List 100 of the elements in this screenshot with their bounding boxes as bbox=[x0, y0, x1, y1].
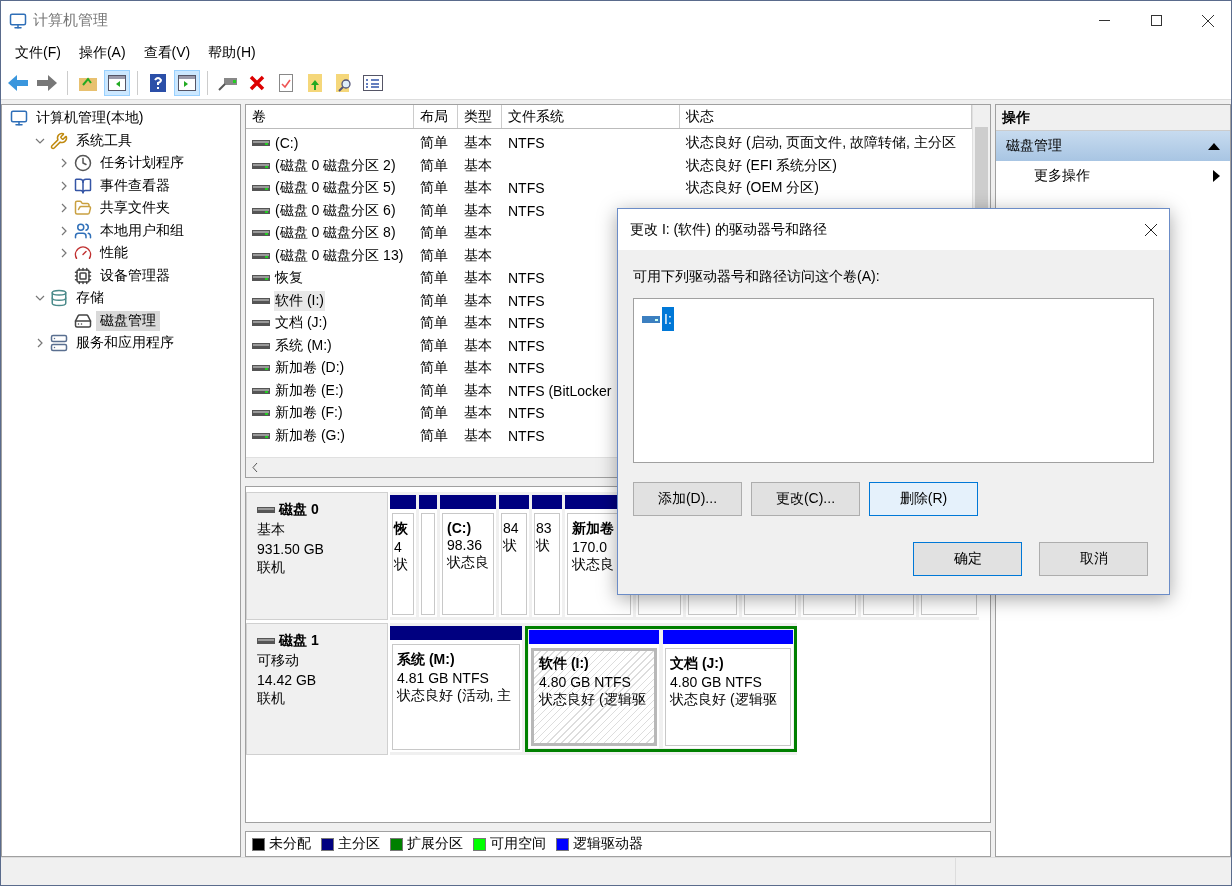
table-cell: 状态良好 (EFI 系统分区) bbox=[686, 156, 837, 175]
legend-label: 主分区 bbox=[338, 835, 380, 854]
table-cell: 简单 bbox=[420, 134, 448, 153]
action-section-label: 磁盘管理 bbox=[1006, 137, 1062, 155]
table-cell-text: (磁盘 0 磁盘分区 6) bbox=[274, 200, 397, 220]
table-cell: (C:) bbox=[274, 134, 300, 153]
legend-label: 逻辑驱动器 bbox=[573, 835, 643, 854]
partition-name: 新加卷 bbox=[572, 520, 614, 539]
ok-button[interactable]: 确定 bbox=[913, 542, 1022, 576]
partition-block[interactable]: 83 状 bbox=[532, 495, 562, 618]
disk-size: 931.50 GB bbox=[257, 541, 325, 558]
table-cell: 软件 (I:) bbox=[274, 290, 325, 311]
menu-item[interactable]: 帮助(H) bbox=[199, 44, 265, 62]
partition-size: 170.0 bbox=[572, 539, 608, 556]
partition-name: (C:) bbox=[447, 520, 472, 537]
partition-status: 状态良好 (逻辑驱 bbox=[539, 691, 646, 710]
tree-item[interactable]: 存储 bbox=[72, 288, 108, 309]
legend-label: 可用空间 bbox=[490, 835, 546, 854]
partition-name: 系统 (M:) bbox=[397, 651, 455, 670]
disk-name: 磁盘 1 bbox=[257, 632, 377, 651]
table-cell: NTFS bbox=[508, 427, 545, 444]
table-cell: NTFS bbox=[508, 360, 545, 377]
disk-state: 联机 bbox=[257, 690, 286, 709]
partition-size: 84 bbox=[503, 520, 519, 537]
partition-size: 4.81 GB NTFS bbox=[397, 670, 489, 687]
table-cell: 状态良好 (启动, 页面文件, 故障转储, 主分区 bbox=[686, 134, 956, 153]
partition-status: 状态良好 (活动, 主 bbox=[397, 687, 512, 706]
window-title: 计算机管理 bbox=[33, 11, 109, 30]
table-cell: 简单 bbox=[420, 269, 448, 288]
table-cell: 基本 bbox=[464, 179, 492, 198]
disk-type: 可移动 bbox=[257, 652, 300, 671]
table-cell: 简单 bbox=[420, 201, 448, 220]
dialog-button[interactable]: 更改(C)... bbox=[751, 482, 860, 516]
table-cell: 简单 bbox=[420, 224, 448, 243]
table-cell: 状态良好 (OEM 分区) bbox=[686, 179, 819, 198]
table-cell-text: 系统 (M:) bbox=[274, 335, 333, 355]
partition-size: 4 bbox=[394, 539, 402, 556]
partition-status: 状 bbox=[394, 556, 408, 575]
table-cell: 基本 bbox=[464, 314, 492, 333]
tree-item[interactable]: 服务和应用程序 bbox=[72, 333, 178, 354]
table-cell: 基本 bbox=[464, 426, 492, 445]
partition-block[interactable]: (C:) 98.36 状态良 bbox=[440, 495, 496, 618]
action-section[interactable]: 磁盘管理 bbox=[996, 131, 1230, 161]
partition-block[interactable]: 文档 (J:) 4.80 GB NTFS 状态良好 (逻辑驱 bbox=[663, 630, 793, 749]
partition-name: 软件 (I:) bbox=[539, 655, 589, 674]
tree-item[interactable]: 磁盘管理 bbox=[96, 310, 160, 331]
tree-item[interactable]: 事件查看器 bbox=[96, 175, 174, 196]
tree-item[interactable]: 性能 bbox=[96, 243, 132, 264]
dialog-button[interactable]: 删除(R) bbox=[869, 482, 978, 516]
table-cell: NTFS (BitLocker bbox=[508, 382, 612, 399]
tree-item[interactable]: 设备管理器 bbox=[96, 265, 174, 286]
table-cell: NTFS bbox=[508, 202, 545, 219]
table-cell: 简单 bbox=[420, 179, 448, 198]
table-cell: 基本 bbox=[464, 404, 492, 423]
tree-item[interactable]: 共享文件夹 bbox=[96, 198, 174, 219]
table-cell-text: 新加卷 (E:) bbox=[274, 380, 345, 400]
partition-block[interactable]: 恢 4 状 bbox=[390, 495, 416, 618]
partition-status: 状 bbox=[503, 537, 517, 556]
table-cell: 简单 bbox=[420, 404, 448, 423]
table-cell: NTFS bbox=[508, 315, 545, 332]
disk-type: 基本 bbox=[257, 521, 286, 540]
table-cell: 简单 bbox=[420, 291, 448, 310]
menu-item[interactable]: 操作(A) bbox=[69, 44, 135, 62]
disk-size: 14.42 GB bbox=[257, 672, 318, 689]
table-cell: 基本 bbox=[464, 269, 492, 288]
table-cell-text: (磁盘 0 磁盘分区 8) bbox=[274, 223, 397, 243]
table-cell: 基本 bbox=[464, 246, 492, 265]
table-cell: 基本 bbox=[464, 224, 492, 243]
dialog-button[interactable]: 添加(D)... bbox=[633, 482, 742, 516]
table-cell: 基本 bbox=[464, 291, 492, 310]
list-item[interactable]: I: bbox=[662, 307, 674, 331]
partition-size: 4.80 GB NTFS bbox=[670, 674, 762, 691]
table-cell: 简单 bbox=[420, 426, 448, 445]
partition-size: 98.36 bbox=[447, 537, 483, 554]
partition-status: 状态良好 (逻辑驱 bbox=[670, 691, 777, 710]
table-cell: 基本 bbox=[464, 156, 492, 175]
table-cell-text: 新加卷 (F:) bbox=[274, 403, 344, 423]
cancel-button[interactable]: 取消 bbox=[1039, 542, 1148, 576]
tree-item[interactable]: 任务计划程序 bbox=[96, 153, 188, 174]
tree-item[interactable]: 计算机管理(本地) bbox=[32, 108, 148, 129]
partition-block[interactable]: 系统 (M:) 4.81 GB NTFS 状态良好 (活动, 主 bbox=[390, 626, 522, 753]
partition-block[interactable]: 软件 (I:) 4.80 GB NTFS 状态良好 (逻辑驱 bbox=[529, 630, 659, 749]
menu-item[interactable]: 文件(F) bbox=[6, 44, 70, 62]
table-cell: 简单 bbox=[420, 381, 448, 400]
table-cell: NTFS bbox=[508, 180, 545, 197]
dialog-prompt: 可用下列驱动器号和路径访问这个卷(A): bbox=[633, 268, 881, 286]
table-cell-text: (磁盘 0 磁盘分区 13) bbox=[274, 245, 405, 265]
menu-item[interactable]: 查看(V) bbox=[134, 44, 200, 62]
tree-item[interactable]: 系统工具 bbox=[72, 130, 136, 151]
table-cell: 基本 bbox=[464, 336, 492, 355]
action-item[interactable]: 更多操作 bbox=[996, 161, 1230, 191]
partition-size: 4.80 GB NTFS bbox=[539, 674, 631, 691]
tree-item[interactable]: 本地用户和组 bbox=[96, 220, 188, 241]
table-cell: 简单 bbox=[420, 314, 448, 333]
partition-block[interactable]: 84 状 bbox=[499, 495, 529, 618]
table-cell: NTFS bbox=[508, 405, 545, 422]
disk-state: 联机 bbox=[257, 559, 286, 578]
table-cell: 简单 bbox=[420, 336, 448, 355]
table-cell: 基本 bbox=[464, 359, 492, 378]
table-cell: NTFS bbox=[508, 135, 545, 152]
